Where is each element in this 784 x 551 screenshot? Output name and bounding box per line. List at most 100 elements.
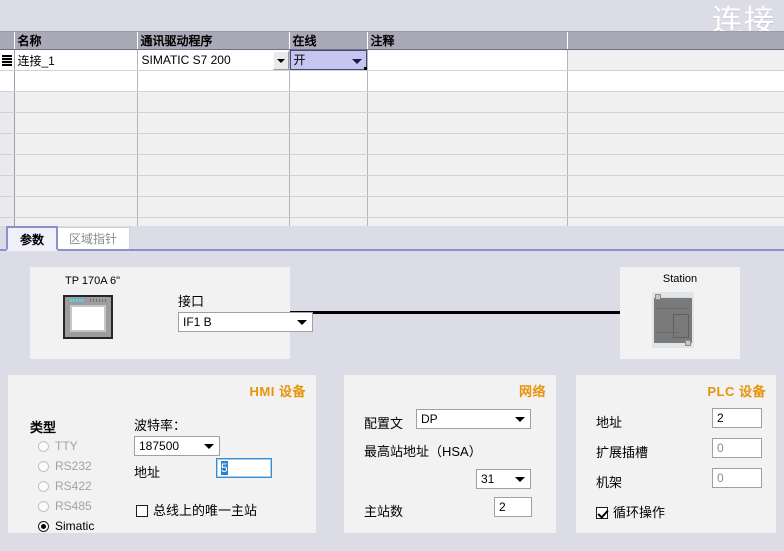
chevron-down-icon[interactable] (204, 444, 214, 449)
cell-communication-driver[interactable] (137, 70, 290, 92)
column-header-comment[interactable]: 注释 (367, 32, 568, 50)
table-corner-header[interactable] (0, 32, 15, 50)
cyclic-operation-checkbox[interactable]: 循环操作 (596, 502, 665, 521)
cell-empty (367, 91, 568, 113)
cell-online[interactable]: 开 (289, 49, 368, 71)
row-selector[interactable] (0, 49, 15, 71)
checkbox-icon[interactable] (136, 505, 148, 517)
interface-combobox-value: IF1 B (183, 315, 212, 329)
radio-type-rs232[interactable]: RS232 (38, 459, 92, 473)
hmi-led-strip-icon (70, 299, 84, 302)
tab-strip: 区域指针 参数 (0, 226, 784, 251)
cell-online[interactable] (289, 70, 368, 92)
cell-empty (289, 175, 368, 197)
driver-combobox-value: SIMATIC S7 200 (141, 52, 231, 67)
baud-rate-value: 187500 (139, 439, 180, 453)
tab-parameters[interactable]: 参数 (6, 226, 59, 251)
cell-empty (14, 196, 138, 218)
radio-icon[interactable] (38, 481, 49, 492)
plc-address-value: 2 (717, 411, 724, 425)
cell-empty (14, 133, 138, 155)
table-row (0, 175, 784, 197)
network-panel: 网络 配置文 DP 最高站地址（HSA） 31 主站数 2 (344, 375, 556, 533)
radio-icon[interactable] (38, 521, 49, 532)
row-selector (0, 175, 15, 197)
column-header-filler (567, 32, 784, 50)
table-row (0, 91, 784, 113)
cell-fill-handle[interactable] (363, 67, 366, 70)
column-header-driver[interactable]: 通讯驱动程序 (137, 32, 290, 50)
column-header-online[interactable]: 在线 (289, 32, 368, 50)
chevron-down-icon[interactable] (515, 477, 525, 482)
hmi-panel-title: HMI 设备 (249, 384, 306, 399)
cell-filler (567, 49, 784, 71)
cell-comment[interactable] (367, 49, 568, 71)
interface-combobox[interactable]: IF1 B (178, 312, 313, 332)
cell-filler (567, 70, 784, 92)
radio-type-tty[interactable]: TTY (38, 439, 78, 453)
cell-empty (14, 175, 138, 197)
cyclic-operation-label: 循环操作 (613, 505, 666, 520)
profile-value: DP (421, 412, 438, 426)
radio-type-simatic[interactable]: Simatic (38, 519, 94, 533)
masters-value: 2 (499, 500, 506, 514)
driver-combobox[interactable]: SIMATIC S7 200 (141, 50, 288, 70)
hmi-device-box: TP 170A 6" 接口 IF1 B (30, 267, 313, 359)
only-master-checkbox[interactable]: 总线上的唯一主站 (136, 500, 257, 519)
hsa-combobox[interactable]: 31 (476, 469, 531, 489)
baud-rate-combobox[interactable]: 187500 (134, 436, 220, 456)
cell-communication-driver[interactable]: SIMATIC S7 200 (137, 49, 290, 71)
checkbox-icon[interactable] (596, 507, 608, 519)
expansion-slot-value: 0 (717, 441, 724, 455)
table-row[interactable]: 连接_1 SIMATIC S7 200 开 (0, 49, 784, 71)
cell-comment[interactable] (367, 70, 568, 92)
plc-address-input[interactable]: 2 (712, 408, 762, 428)
hmi-address-value: 5 (221, 461, 228, 475)
rack-input[interactable]: 0 (712, 468, 762, 488)
chevron-down-icon[interactable] (272, 50, 288, 70)
cell-connection-name[interactable] (14, 70, 138, 92)
chevron-down-icon[interactable] (515, 417, 525, 422)
table-header-row: 名称 通讯驱动程序 在线 注释 (0, 32, 784, 50)
radio-label: Simatic (55, 519, 95, 533)
radio-type-rs422[interactable]: RS422 (38, 479, 92, 493)
table-row (0, 154, 784, 176)
expansion-slot-input[interactable]: 0 (712, 438, 762, 458)
tab-underline (0, 249, 784, 251)
plc-device-box: Station (620, 267, 740, 359)
chevron-down-icon[interactable] (297, 320, 307, 325)
network-connection-line (289, 311, 624, 314)
row-selector[interactable] (0, 70, 15, 92)
hsa-value: 31 (481, 472, 495, 486)
profile-combobox[interactable]: DP (416, 409, 531, 429)
connections-table-area: 名称 通讯驱动程序 在线 注释 连接_1 SIMATIC S7 200 开 (0, 31, 784, 239)
hmi-address-input[interactable]: 5 (216, 458, 272, 478)
radio-icon[interactable] (38, 461, 49, 472)
plc-device-panel: PLC 设备 地址 2 扩展插槽 0 机架 0 循环操作 (576, 375, 776, 533)
chevron-down-icon[interactable] (351, 59, 362, 64)
radio-type-rs485[interactable]: RS485 (38, 499, 92, 513)
hmi-screen-icon (70, 305, 106, 332)
cell-empty (367, 112, 568, 134)
cell-filler (567, 196, 784, 218)
plc-screw-icon (655, 294, 661, 300)
radio-icon[interactable] (38, 441, 49, 452)
cell-empty (289, 196, 368, 218)
hmi-panel-icon (63, 295, 113, 339)
cell-empty (14, 154, 138, 176)
plc-address-label: 地址 (596, 415, 623, 430)
online-combobox[interactable]: 开 (289, 50, 366, 70)
cell-connection-name[interactable]: 连接_1 (14, 49, 138, 71)
cell-filler (567, 133, 784, 155)
cell-empty (289, 154, 368, 176)
cell-empty (137, 175, 290, 197)
cell-empty (367, 133, 568, 155)
rack-label: 机架 (596, 475, 623, 490)
tab-area-pointer[interactable]: 区域指针 (56, 227, 131, 250)
cell-empty (137, 196, 290, 218)
table-row[interactable] (0, 70, 784, 92)
plc-screw-icon (685, 340, 691, 346)
masters-input[interactable]: 2 (494, 497, 532, 517)
column-header-name[interactable]: 名称 (14, 32, 138, 50)
radio-icon[interactable] (38, 501, 49, 512)
